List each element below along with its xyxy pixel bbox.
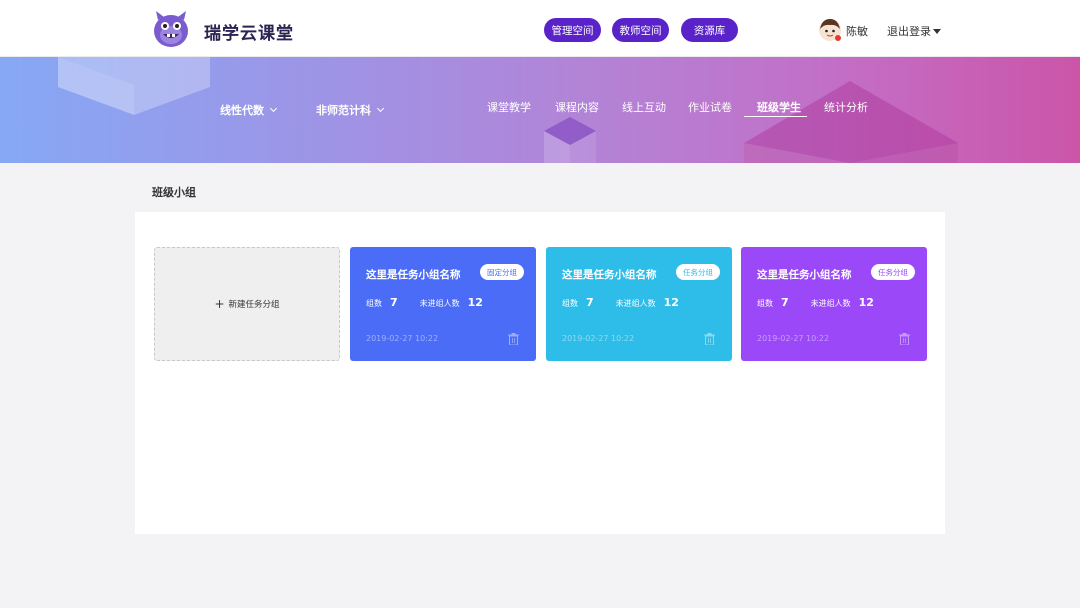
class-selector-label: 非师范计科 bbox=[316, 104, 371, 117]
pending-count: 12 bbox=[663, 296, 679, 309]
members-label: 组数 bbox=[366, 299, 382, 308]
tab-class-students[interactable]: 班级学生 bbox=[757, 99, 801, 115]
course-selector[interactable]: 线性代数 bbox=[220, 102, 278, 118]
top-bar: 瑞学云课堂 管理空间 教师空间 资源库 陈敏 退出登录 bbox=[0, 0, 1080, 57]
pending-count: 12 bbox=[858, 296, 874, 309]
course-selector-label: 线性代数 bbox=[220, 104, 264, 117]
tab-statistics[interactable]: 统计分析 bbox=[824, 99, 868, 115]
tab-course-content[interactable]: 课程内容 bbox=[555, 99, 599, 115]
pending-label: 未进组人数 bbox=[419, 299, 460, 308]
new-group-button[interactable]: + 新建任务分组 bbox=[154, 247, 340, 361]
group-name: 这里是任务小组名称 bbox=[562, 269, 657, 281]
trash-icon[interactable] bbox=[508, 333, 519, 345]
group-date: 2019-02-27 10:22 bbox=[757, 334, 830, 343]
tab-online-interaction[interactable]: 线上互动 bbox=[622, 99, 666, 115]
trash-icon[interactable] bbox=[899, 333, 910, 345]
group-card[interactable]: 这里是任务小组名称 任务分组 组数 7 未进组人数 12 2019-02-27 … bbox=[741, 247, 927, 361]
members-count: 7 bbox=[586, 296, 594, 309]
pending-label: 未进组人数 bbox=[810, 299, 851, 308]
caret-down-icon bbox=[933, 29, 941, 34]
nav-button-management[interactable]: 管理空间 bbox=[544, 18, 601, 42]
group-type-badge: 固定分组 bbox=[480, 264, 524, 280]
tab-homework-exams[interactable]: 作业试卷 bbox=[688, 99, 732, 115]
course-banner: 线性代数 非师范计科 课堂教学 课程内容 线上互动 作业试卷 班级学生 统计分析 bbox=[0, 57, 1080, 163]
group-date: 2019-02-27 10:22 bbox=[366, 334, 439, 343]
group-name: 这里是任务小组名称 bbox=[366, 269, 461, 281]
brand-name: 瑞学云课堂 bbox=[204, 24, 294, 44]
logout-label: 退出登录 bbox=[887, 25, 931, 38]
class-selector[interactable]: 非师范计科 bbox=[316, 102, 385, 118]
tab-classroom-teaching[interactable]: 课堂教学 bbox=[487, 99, 531, 115]
trash-icon[interactable] bbox=[704, 333, 715, 345]
group-card[interactable]: 这里是任务小组名称 任务分组 组数 7 未进组人数 12 2019-02-27 … bbox=[546, 247, 732, 361]
group-stats: 组数 7 未进组人数 12 bbox=[757, 296, 874, 309]
group-card[interactable]: 这里是任务小组名称 固定分组 组数 7 未进组人数 12 2019-02-27 … bbox=[350, 247, 536, 361]
plus-icon: + bbox=[214, 297, 225, 311]
nav-button-teacher[interactable]: 教师空间 bbox=[612, 18, 669, 42]
members-label: 组数 bbox=[562, 299, 578, 308]
group-date: 2019-02-27 10:22 bbox=[562, 334, 635, 343]
section-title: 班级小组 bbox=[152, 186, 196, 199]
group-stats: 组数 7 未进组人数 12 bbox=[562, 296, 679, 309]
logo-mascot-icon[interactable] bbox=[150, 8, 192, 50]
members-label: 组数 bbox=[757, 299, 773, 308]
group-type-badge: 任务分组 bbox=[871, 264, 915, 280]
group-type-badge: 任务分组 bbox=[676, 264, 720, 280]
nav-button-resources[interactable]: 资源库 bbox=[681, 18, 738, 42]
group-stats: 组数 7 未进组人数 12 bbox=[366, 296, 483, 309]
active-tab-indicator bbox=[744, 116, 807, 117]
chevron-down-icon bbox=[269, 104, 278, 113]
members-count: 7 bbox=[781, 296, 789, 309]
chevron-down-icon bbox=[376, 104, 385, 113]
username[interactable]: 陈敏 bbox=[846, 23, 868, 39]
pending-count: 12 bbox=[467, 296, 483, 309]
banner-decoration bbox=[58, 57, 958, 163]
avatar[interactable] bbox=[818, 18, 842, 42]
pending-label: 未进组人数 bbox=[615, 299, 656, 308]
new-group-label: 新建任务分组 bbox=[228, 300, 280, 310]
members-count: 7 bbox=[390, 296, 398, 309]
logout-menu[interactable]: 退出登录 bbox=[887, 23, 941, 39]
group-name: 这里是任务小组名称 bbox=[757, 269, 852, 281]
